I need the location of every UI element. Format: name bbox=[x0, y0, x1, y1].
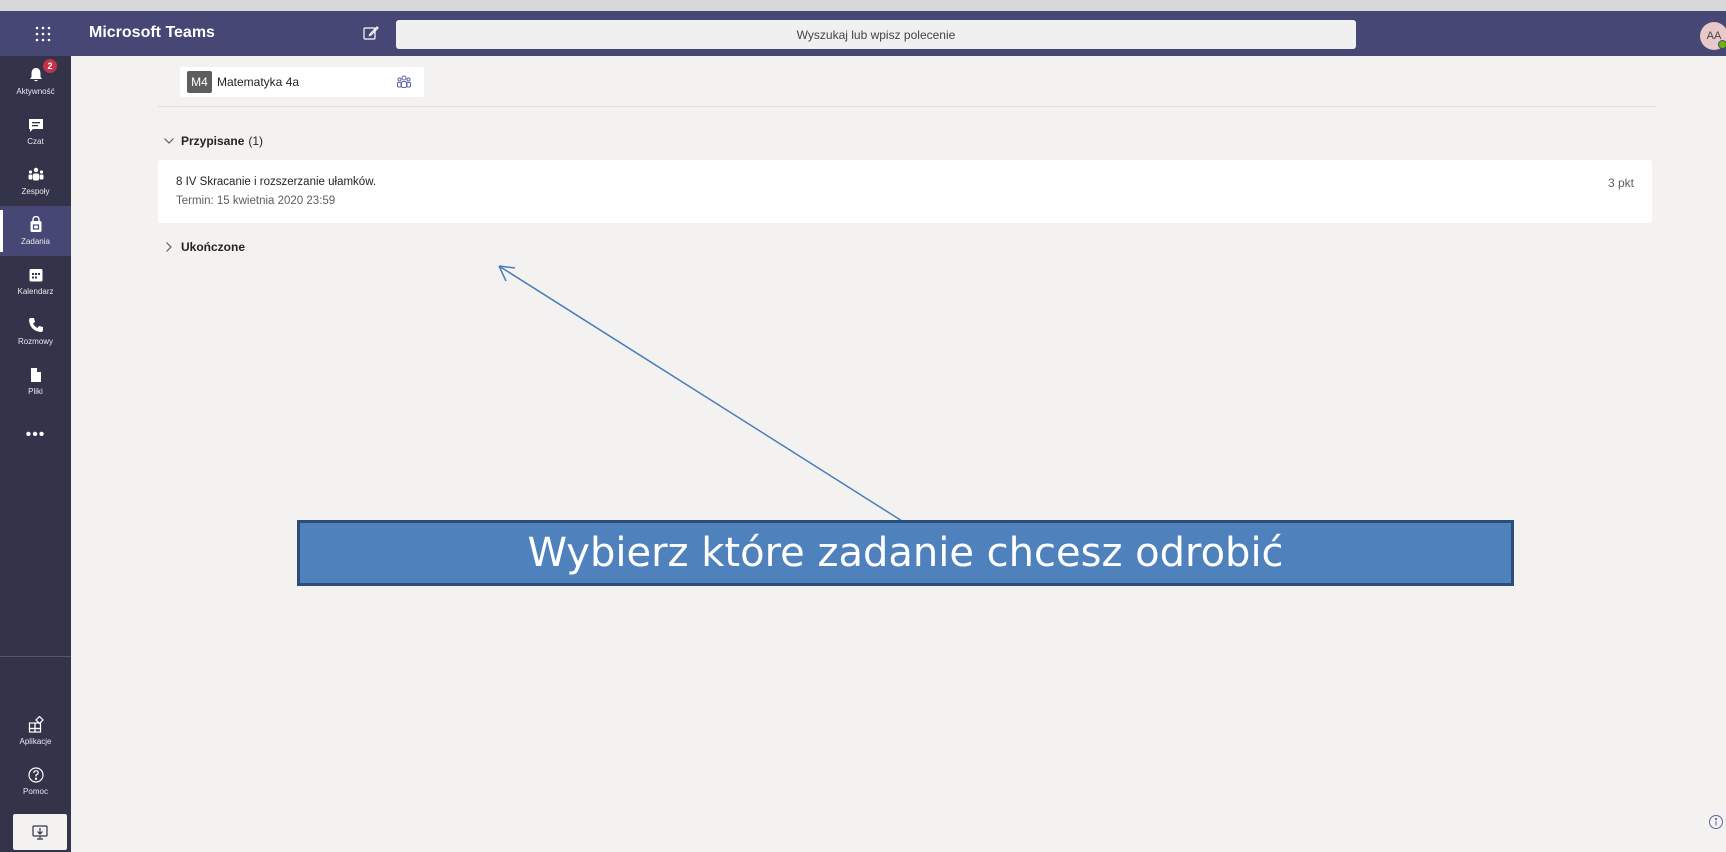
more-apps-icon[interactable]: ••• bbox=[0, 426, 71, 444]
rail-label: Czat bbox=[27, 137, 44, 146]
rail-label: Pomoc bbox=[23, 787, 48, 796]
rail-label: Zespoły bbox=[21, 187, 50, 196]
rail-item-chat[interactable]: Czat bbox=[0, 106, 71, 156]
assignment-due-date: Termin: 15 kwietnia 2020 23:59 bbox=[176, 195, 336, 207]
download-app-button[interactable] bbox=[13, 814, 67, 850]
notification-badge: 2 bbox=[43, 59, 57, 73]
download-icon bbox=[32, 825, 48, 840]
app-launcher-icon[interactable] bbox=[28, 11, 58, 56]
rail-label: Pliki bbox=[28, 387, 43, 396]
rail-item-activity[interactable]: Aktywność 2 bbox=[0, 56, 71, 106]
window-top-strip bbox=[0, 0, 1726, 11]
rail-label: Aplikacje bbox=[19, 737, 52, 746]
class-name: Matematyka 4a bbox=[217, 75, 300, 89]
assignment-title: 8 IV Skracanie i rozszerzanie ułamków. bbox=[176, 176, 377, 188]
calendar-icon bbox=[29, 269, 42, 282]
apps-icon bbox=[28, 716, 44, 733]
assignment-card[interactable]: 8 IV Skracanie i rozszerzanie ułamków. T… bbox=[158, 160, 1652, 223]
chat-icon bbox=[28, 119, 43, 132]
section-completed[interactable]: Ukończone bbox=[163, 240, 245, 254]
rail-item-assignments[interactable]: Zadania bbox=[0, 206, 71, 256]
chevron-down-icon bbox=[164, 138, 174, 144]
rail-item-teams[interactable]: Zespoły bbox=[0, 156, 71, 206]
annotation-arrow bbox=[498, 265, 903, 522]
info-icon[interactable] bbox=[1708, 814, 1724, 830]
chevron-right-icon bbox=[166, 242, 172, 252]
search-input[interactable]: Wyszukaj lub wpisz polecenie bbox=[396, 20, 1356, 49]
section-assigned[interactable]: Przypisane (1) bbox=[163, 134, 263, 148]
assignments-icon bbox=[30, 216, 41, 232]
rail-item-apps[interactable]: Aplikacje bbox=[0, 706, 71, 756]
rail-label: Kalendarz bbox=[17, 287, 54, 296]
app-title: Microsoft Teams bbox=[89, 24, 215, 41]
compose-icon[interactable] bbox=[362, 24, 380, 42]
section-count: (1) bbox=[248, 134, 264, 148]
content-divider bbox=[158, 106, 1656, 107]
help-icon bbox=[27, 767, 44, 783]
files-icon bbox=[30, 368, 41, 382]
phone-icon bbox=[28, 318, 43, 332]
rail-item-calls[interactable]: Rozmowy bbox=[0, 306, 71, 356]
bell-icon bbox=[29, 68, 42, 82]
section-label: Przypisane bbox=[181, 134, 245, 148]
rail-label: Rozmowy bbox=[17, 337, 54, 346]
presence-status-icon bbox=[1718, 40, 1726, 49]
people-icon[interactable] bbox=[396, 74, 412, 90]
rail-label: Aktywność bbox=[16, 87, 55, 96]
app-rail: Aktywność 2 Czat Zespoły Zadania Kalenda… bbox=[0, 56, 71, 852]
class-selector[interactable]: M4 Matematyka 4a bbox=[180, 67, 424, 97]
rail-label: Zadania bbox=[21, 237, 50, 246]
annotation-callout: Wybierz które zadanie chcesz odrobić bbox=[297, 520, 1514, 586]
teams-icon bbox=[28, 167, 43, 181]
rail-divider bbox=[0, 656, 71, 657]
assignment-points: 3 pkt bbox=[1607, 176, 1634, 190]
rail-item-calendar[interactable]: Kalendarz bbox=[0, 256, 71, 306]
rail-item-files[interactable]: Pliki bbox=[0, 356, 71, 406]
class-tile: M4 bbox=[187, 71, 212, 93]
rail-item-help[interactable]: Pomoc bbox=[0, 756, 71, 806]
section-label: Ukończone bbox=[181, 240, 246, 254]
